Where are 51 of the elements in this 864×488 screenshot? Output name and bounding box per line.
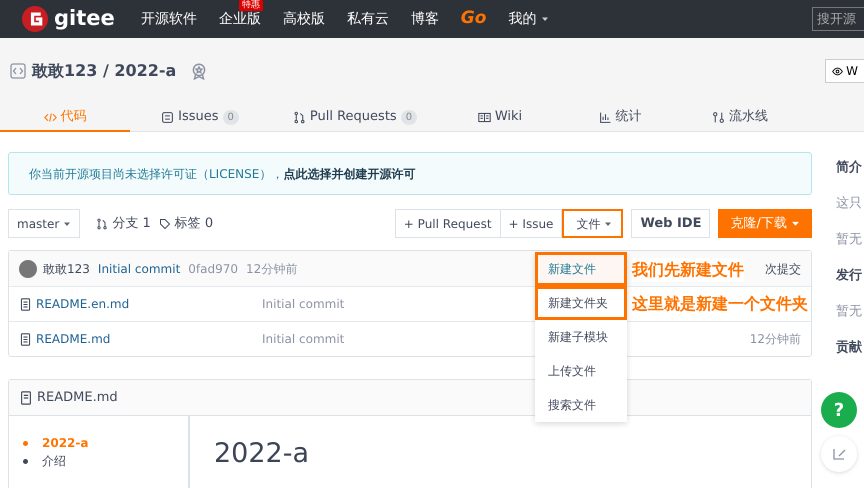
nav-link[interactable]: 高校版	[282, 8, 325, 30]
nav-link[interactable]: Go	[460, 6, 486, 32]
menu-item[interactable]: 搜索文件	[535, 388, 627, 422]
toolbar-button[interactable]: 文件	[562, 209, 624, 238]
nav-link[interactable]: 我的	[508, 8, 549, 30]
annotation-text: 我们先新建文件	[632, 258, 744, 282]
toc-item[interactable]: 介绍	[23, 452, 188, 470]
file-link[interactable]: README.en.md	[36, 295, 262, 313]
count-badge: 0	[400, 110, 418, 124]
nav-link[interactable]: 开源软件	[140, 8, 197, 30]
menu-item[interactable]: 新建文件	[535, 252, 627, 286]
sidebar-text: 这只	[836, 195, 863, 213]
nav-link[interactable]: 企业版	[218, 8, 261, 30]
sidebar-text: 暂无	[836, 231, 863, 249]
commit-hash: 0fad970	[188, 260, 238, 278]
nav-link[interactable]: 私有云	[346, 8, 389, 30]
repo-tab[interactable]: Wiki	[440, 104, 560, 132]
search-field[interactable]: 搜开源	[812, 7, 864, 31]
web-ide-button[interactable]: Web IDE	[631, 209, 710, 238]
menu-item[interactable]: 新建文件夹	[535, 286, 627, 320]
commit-time: 12分钟前	[246, 260, 298, 278]
sidebar-text: 发行	[836, 267, 863, 285]
sidebar-text: 贡献	[836, 339, 863, 357]
repo-tab[interactable]: Issues 0	[130, 104, 270, 132]
repo-tab[interactable]: 流水线	[680, 104, 800, 132]
readme-filename: README.md	[37, 388, 118, 407]
repo-title: 敢敢123 / 2022-a	[32, 60, 176, 82]
count-badge: 0	[222, 110, 239, 124]
watch-button[interactable]: W	[825, 59, 864, 83]
logo-text[interactable]: gitee	[54, 3, 115, 35]
file-commit-message: Initial commit	[262, 331, 344, 348]
commit-count[interactable]: 次提交	[765, 260, 801, 278]
file-commit-message: Initial commit	[262, 296, 344, 313]
menu-item[interactable]: 上传文件	[535, 354, 627, 388]
nav-link[interactable]: 博客	[410, 8, 439, 30]
commit-message[interactable]: Initial commit	[98, 260, 180, 278]
sidebar-text: 暂无	[836, 303, 863, 321]
sidebar-text: 简介	[836, 159, 863, 177]
tag-count[interactable]: 标签 0	[174, 214, 214, 234]
commit-author: 敢敢123	[43, 260, 90, 278]
branch-count[interactable]: 分支 1	[112, 214, 151, 234]
license-notice[interactable]: 你当前开源项目尚未选择许可证（LICENSE），点此选择并创建开源许可	[8, 152, 812, 195]
toolbar-button[interactable]: + Issue	[500, 209, 562, 238]
repo-tab[interactable]: 统计	[560, 104, 680, 132]
repo-tab[interactable]: Pull Requests 0	[270, 104, 440, 132]
readme-heading: 2022-a	[214, 437, 310, 471]
toolbar-button[interactable]: + Pull Request	[394, 209, 501, 238]
file-link[interactable]: README.md	[36, 330, 262, 348]
file-time: 12分钟前	[750, 331, 801, 348]
branch-dropdown[interactable]: master	[8, 209, 80, 238]
menu-item[interactable]: 新建子模块	[535, 320, 627, 354]
